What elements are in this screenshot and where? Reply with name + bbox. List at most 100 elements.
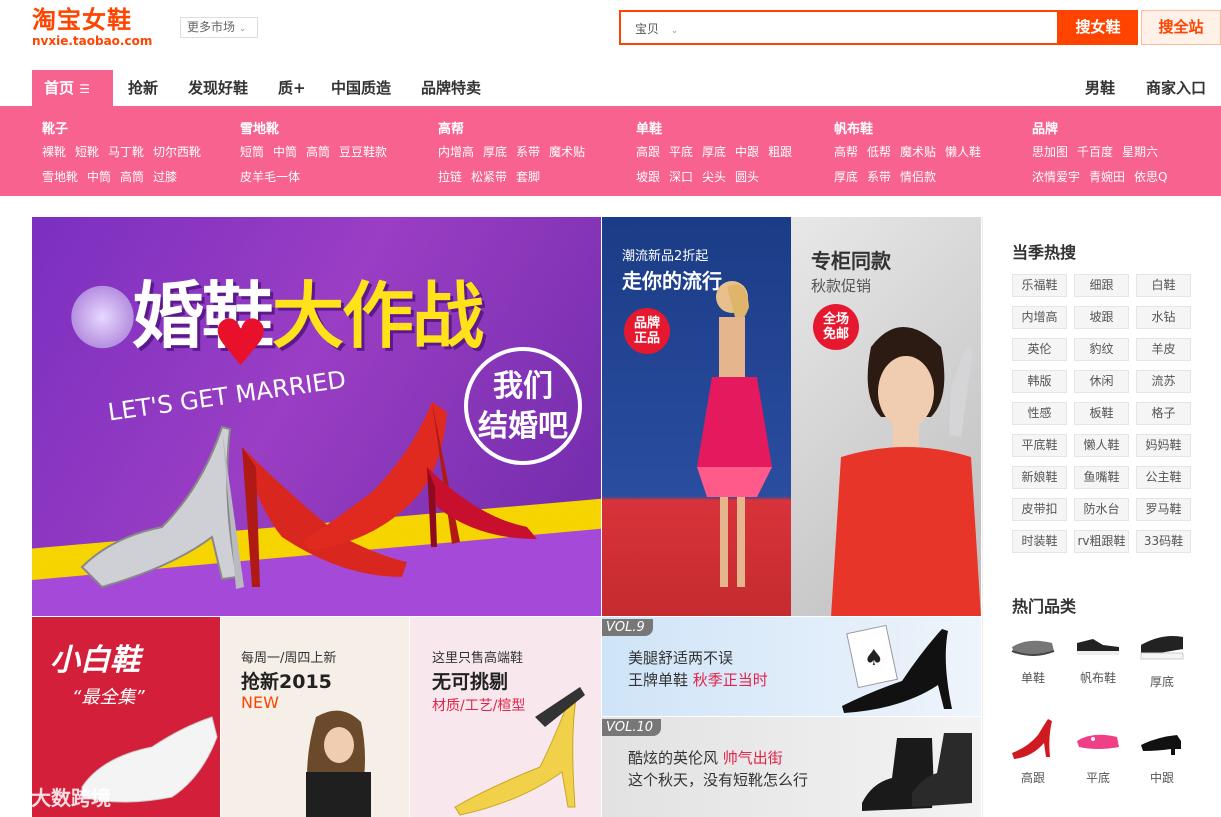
category-title[interactable]: 帆布鞋 xyxy=(834,118,990,140)
nav-men-shoes[interactable]: 男鞋 xyxy=(1085,70,1115,106)
hot-category-item[interactable]: 单鞋 xyxy=(1003,629,1063,686)
hot-search-tag[interactable]: 时装鞋 xyxy=(1012,530,1067,553)
nav-new[interactable]: 抢新 xyxy=(128,70,158,106)
search-women-shoes-button[interactable]: 搜女鞋 xyxy=(1058,10,1138,45)
hot-category-item[interactable]: 平底 xyxy=(1068,717,1128,786)
search-category-select[interactable]: 宝贝 ⌄ xyxy=(635,20,678,37)
category-link[interactable]: 拉链 xyxy=(438,170,462,184)
category-link[interactable]: 中筒 xyxy=(273,145,297,159)
category-link[interactable]: 套脚 xyxy=(516,170,540,184)
category-title[interactable]: 品牌 xyxy=(1032,118,1176,140)
category-link[interactable]: 魔术贴 xyxy=(549,145,585,159)
category-link[interactable]: 圆头 xyxy=(735,170,759,184)
search-input[interactable] xyxy=(691,16,1051,40)
nav-quality[interactable]: 质+ xyxy=(278,70,306,106)
hot-search-tag[interactable]: 内增高 xyxy=(1012,306,1067,329)
hot-search-tag[interactable]: 豹纹 xyxy=(1074,338,1129,361)
category-link[interactable]: 情侣款 xyxy=(900,170,936,184)
hot-search-tag[interactable]: 妈妈鞋 xyxy=(1136,434,1191,457)
hot-search-tag[interactable]: 鱼嘴鞋 xyxy=(1074,466,1129,489)
category-link[interactable]: 高跟 xyxy=(636,145,660,159)
trend-promo-banner[interactable]: 潮流新品2折起 走你的流行 品牌 正品 xyxy=(602,217,791,616)
hot-search-tag[interactable]: 新娘鞋 xyxy=(1012,466,1067,489)
nav-merchant-entry[interactable]: 商家入口 xyxy=(1146,70,1206,106)
category-link[interactable]: 系带 xyxy=(867,170,891,184)
main-carousel-banner[interactable]: 婚鞋大作战 ♥ LET'S GET MARRIED 我们 结婚吧 xyxy=(32,217,601,616)
category-link[interactable]: 高帮 xyxy=(834,145,858,159)
new-arrivals-tile[interactable]: 每周一/周四上新 抢新2015 NEW xyxy=(221,617,409,817)
nav-home[interactable]: 首页 ☰ xyxy=(32,70,113,106)
category-link[interactable]: 高筒 xyxy=(306,145,330,159)
hot-search-tag[interactable]: 防水台 xyxy=(1074,498,1129,521)
hot-search-tag[interactable]: rv粗跟鞋 xyxy=(1074,530,1129,553)
hot-search-tag[interactable]: 懒人鞋 xyxy=(1074,434,1129,457)
category-link[interactable]: 懒人鞋 xyxy=(945,145,981,159)
hot-search-tag[interactable]: 板鞋 xyxy=(1074,402,1129,425)
hot-search-tag[interactable]: 平底鞋 xyxy=(1012,434,1067,457)
counter-style-banner[interactable]: 专柜同款 秋款促销 全场 免邮 xyxy=(791,217,981,616)
category-link[interactable]: 尖头 xyxy=(702,170,726,184)
search-all-button[interactable]: 搜全站 xyxy=(1141,10,1221,45)
category-link[interactable]: 切尔西靴 xyxy=(153,145,201,159)
category-link[interactable]: 松紧带 xyxy=(471,170,507,184)
category-title[interactable]: 雪地靴 xyxy=(240,118,396,140)
category-title[interactable]: 高帮 xyxy=(438,118,594,140)
hot-search-tag[interactable]: 英伦 xyxy=(1012,338,1067,361)
category-link[interactable]: 魔术贴 xyxy=(900,145,936,159)
hot-search-tag[interactable]: 羊皮 xyxy=(1136,338,1191,361)
hot-search-tag[interactable]: 乐福鞋 xyxy=(1012,274,1067,297)
vol10-tile[interactable]: VOL.10 酷炫的英伦风 帅气出街 这个秋天，没有短靴怎么行 xyxy=(602,717,981,817)
category-link[interactable]: 内增高 xyxy=(438,145,474,159)
hot-category-item[interactable]: 帆布鞋 xyxy=(1068,629,1128,686)
category-link[interactable]: 厚底 xyxy=(483,145,507,159)
category-link[interactable]: 深口 xyxy=(669,170,693,184)
category-link[interactable]: 裸靴 xyxy=(42,145,66,159)
nav-discover[interactable]: 发现好鞋 xyxy=(188,70,248,106)
premium-shoes-tile[interactable]: 这里只售高端鞋 无可挑剔 材质/工艺/楦型 xyxy=(410,617,601,817)
category-link[interactable]: 皮羊毛一体 xyxy=(240,170,300,184)
category-title[interactable]: 靴子 xyxy=(42,118,210,140)
nav-china-made[interactable]: 中国质造 xyxy=(331,70,391,106)
category-link[interactable]: 系带 xyxy=(516,145,540,159)
hot-search-tag[interactable]: 流苏 xyxy=(1136,370,1191,393)
category-link[interactable]: 浓情爱宇 xyxy=(1032,170,1080,184)
category-link[interactable]: 雪地靴 xyxy=(42,170,78,184)
category-link[interactable]: 厚底 xyxy=(834,170,858,184)
category-link[interactable]: 中跟 xyxy=(735,145,759,159)
category-link[interactable]: 依思Q xyxy=(1134,170,1167,184)
category-link[interactable]: 青婉田 xyxy=(1089,170,1125,184)
hot-search-tag[interactable]: 细跟 xyxy=(1074,274,1129,297)
category-link[interactable]: 中筒 xyxy=(87,170,111,184)
category-link[interactable]: 坡跟 xyxy=(636,170,660,184)
hot-search-tag[interactable]: 坡跟 xyxy=(1074,306,1129,329)
hot-search-tag[interactable]: 休闲 xyxy=(1074,370,1129,393)
hot-category-item[interactable]: 中跟 xyxy=(1132,717,1192,786)
category-title[interactable]: 单鞋 xyxy=(636,118,801,140)
category-link[interactable]: 低帮 xyxy=(867,145,891,159)
nav-brand-sale[interactable]: 品牌特卖 xyxy=(421,70,481,106)
hot-search-tag[interactable]: 性感 xyxy=(1012,402,1067,425)
hot-search-tag[interactable]: 白鞋 xyxy=(1136,274,1191,297)
category-link[interactable]: 粗跟 xyxy=(768,145,792,159)
vol9-tile[interactable]: VOL.9 美腿舒适两不误 王牌单鞋 秋季正当时 ♠ xyxy=(602,617,981,716)
logo[interactable]: 淘宝女鞋 nvxie.taobao.com xyxy=(32,6,177,48)
category-link[interactable]: 短靴 xyxy=(75,145,99,159)
hot-search-tag[interactable]: 水钻 xyxy=(1136,306,1191,329)
hot-category-item[interactable]: 厚底 xyxy=(1132,629,1192,690)
category-link[interactable]: 过膝 xyxy=(153,170,177,184)
category-link[interactable]: 平底 xyxy=(669,145,693,159)
category-link[interactable]: 短筒 xyxy=(240,145,264,159)
category-link[interactable]: 厚底 xyxy=(702,145,726,159)
category-link[interactable]: 千百度 xyxy=(1077,145,1113,159)
hot-search-tag[interactable]: 格子 xyxy=(1136,402,1191,425)
hot-category-item[interactable]: 高跟 xyxy=(1003,717,1063,786)
hot-search-tag[interactable]: 韩版 xyxy=(1012,370,1067,393)
hot-search-tag[interactable]: 33码鞋 xyxy=(1136,530,1191,553)
category-link[interactable]: 思加图 xyxy=(1032,145,1068,159)
category-link[interactable]: 豆豆鞋款 xyxy=(339,145,387,159)
hot-search-tag[interactable]: 皮带扣 xyxy=(1012,498,1067,521)
more-markets-dropdown[interactable]: 更多市场 ⌄ xyxy=(180,17,258,38)
hot-search-tag[interactable]: 公主鞋 xyxy=(1136,466,1191,489)
hot-search-tag[interactable]: 罗马鞋 xyxy=(1136,498,1191,521)
category-link[interactable]: 高筒 xyxy=(120,170,144,184)
